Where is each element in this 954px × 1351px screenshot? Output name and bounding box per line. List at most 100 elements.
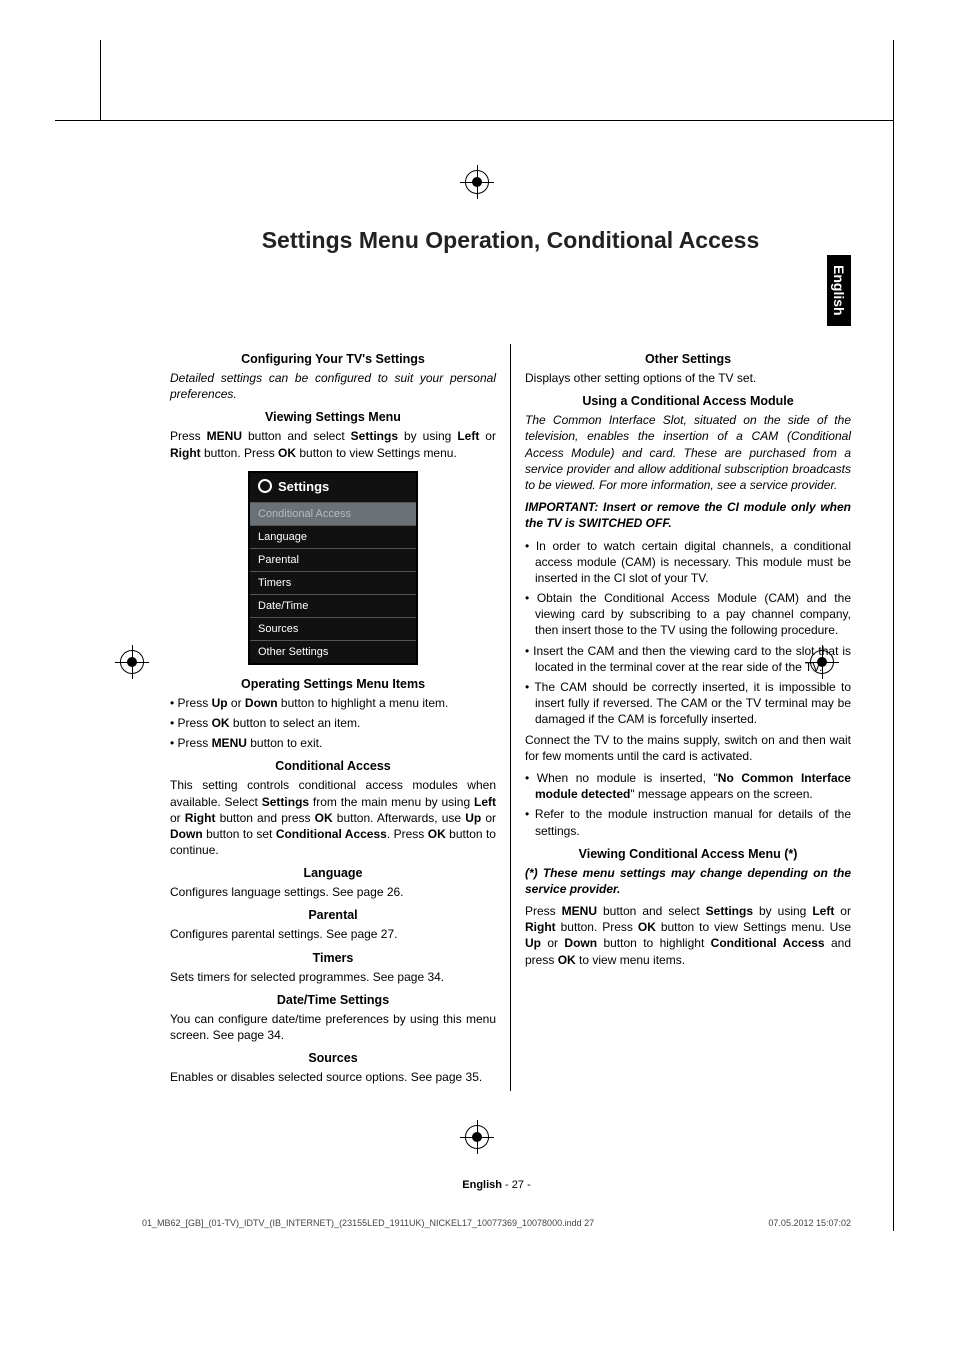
settings-menu-item: Sources xyxy=(250,617,416,640)
text: Settings xyxy=(278,479,329,494)
text: Press xyxy=(178,736,212,750)
text: MENU xyxy=(562,904,597,918)
settings-menu-item: Other Settings xyxy=(250,640,416,663)
text: or xyxy=(541,936,564,950)
body-text: (*) These menu settings may change depen… xyxy=(525,865,851,897)
text: When no module is inserted, " xyxy=(537,771,718,785)
settings-menu-title: Settings xyxy=(250,473,416,502)
text: button to view Settings menu. xyxy=(296,446,457,460)
section-head: Using a Conditional Access Module xyxy=(525,394,851,408)
list-item: The CAM should be correctly inserted, it… xyxy=(525,679,851,728)
text: button to select an item. xyxy=(230,716,361,730)
text: OK xyxy=(638,920,656,934)
text: or xyxy=(170,811,185,825)
list-item: In order to watch certain digital channe… xyxy=(525,538,851,587)
text: Left xyxy=(457,429,479,443)
text: OK xyxy=(212,716,230,730)
body-text: Sets timers for selected programmes. See… xyxy=(170,969,496,985)
text: button to view Settings menu. Use xyxy=(656,920,851,934)
text: - 27 - xyxy=(502,1179,531,1191)
text: button. Press xyxy=(556,920,638,934)
list: When no module is inserted, "No Common I… xyxy=(525,770,851,839)
section-head: Date/Time Settings xyxy=(170,993,496,1007)
list-item: Press OK button to select an item. xyxy=(170,715,496,731)
settings-menu-item: Timers xyxy=(250,571,416,594)
section-head: Operating Settings Menu Items xyxy=(170,677,496,691)
section-head: Timers xyxy=(170,951,496,965)
text: Up xyxy=(525,936,541,950)
list-item: Obtain the Conditional Access Module (CA… xyxy=(525,590,851,639)
text: . Press xyxy=(387,827,428,841)
text: 07.05.2012 15:07:02 xyxy=(768,1218,851,1228)
text: English xyxy=(462,1179,502,1191)
body-text: Enables or disables selected source opti… xyxy=(170,1069,496,1085)
text: Up xyxy=(212,696,228,710)
body-text: Displays other setting options of the TV… xyxy=(525,370,851,386)
body-text: IMPORTANT: Insert or remove the CI modul… xyxy=(525,499,851,531)
footer-file-info: 01_MB62_[GB]_(01-TV)_IDTV_(IB_INTERNET)_… xyxy=(142,1218,851,1228)
body-text: Configures parental settings. See page 2… xyxy=(170,926,496,942)
text: MENU xyxy=(212,736,247,750)
body-text: Press MENU button and select Settings by… xyxy=(170,428,496,460)
text: button to exit. xyxy=(247,736,322,750)
section-head: Sources xyxy=(170,1051,496,1065)
body-text: Configures language settings. See page 2… xyxy=(170,884,496,900)
text: button. Afterwards, use xyxy=(333,811,466,825)
text: Right xyxy=(525,920,556,934)
section-head: Conditional Access xyxy=(170,759,496,773)
section-head: Viewing Conditional Access Menu (*) xyxy=(525,847,851,861)
text: Down xyxy=(245,696,278,710)
gear-icon xyxy=(258,479,272,493)
text: 01_MB62_[GB]_(01-TV)_IDTV_(IB_INTERNET)_… xyxy=(142,1218,594,1228)
text: or xyxy=(481,811,496,825)
text: button to highlight xyxy=(597,936,711,950)
body-text: The Common Interface Slot, situated on t… xyxy=(525,412,851,493)
settings-menu-item: Parental xyxy=(250,548,416,571)
column-separator xyxy=(510,344,511,1091)
text: Press xyxy=(170,429,207,443)
text: by using xyxy=(398,429,457,443)
text: or xyxy=(479,429,496,443)
text: Settings xyxy=(706,904,753,918)
text: button to highlight a menu item. xyxy=(278,696,449,710)
text: Press xyxy=(525,904,562,918)
text: Conditional Access xyxy=(276,827,387,841)
left-column: Configuring Your TV's Settings Detailed … xyxy=(170,344,496,1091)
crop-mark xyxy=(55,120,100,121)
text: button and press xyxy=(215,811,314,825)
list-item: Press Up or Down button to highlight a m… xyxy=(170,695,496,711)
list: In order to watch certain digital channe… xyxy=(525,538,851,728)
section-head: Other Settings xyxy=(525,352,851,366)
text: Right xyxy=(170,446,201,460)
list-item: Insert the CAM and then the viewing card… xyxy=(525,643,851,675)
list-item: Press MENU button to exit. xyxy=(170,735,496,751)
text: button. Press xyxy=(201,446,278,460)
text: " message appears on the screen. xyxy=(630,787,812,801)
text: Down xyxy=(170,827,203,841)
crop-mark xyxy=(100,40,101,120)
text: Left xyxy=(812,904,834,918)
body-text: This setting controls conditional access… xyxy=(170,777,496,858)
text: button and select xyxy=(242,429,351,443)
section-head: Viewing Settings Menu xyxy=(170,410,496,424)
body-text: Detailed settings can be configured to s… xyxy=(170,370,496,402)
page-title: Settings Menu Operation, Conditional Acc… xyxy=(170,227,851,254)
text: to view menu items. xyxy=(576,953,685,967)
body-text: Press MENU button and select Settings by… xyxy=(525,903,851,968)
text: or xyxy=(228,696,245,710)
list-item: When no module is inserted, "No Common I… xyxy=(525,770,851,802)
text: OK xyxy=(278,446,296,460)
crop-mark xyxy=(893,40,894,120)
text: Down xyxy=(564,936,597,950)
text: Left xyxy=(474,795,496,809)
footer-page-number: English - 27 - xyxy=(462,1179,530,1191)
body-text: Connect the TV to the mains supply, swit… xyxy=(525,732,851,764)
right-column: Other Settings Displays other setting op… xyxy=(525,344,851,1091)
text: Up xyxy=(465,811,481,825)
text: button and select xyxy=(597,904,706,918)
section-head: Parental xyxy=(170,908,496,922)
settings-menu-screenshot: Settings Conditional Access Language Par… xyxy=(248,471,418,665)
text: Press xyxy=(178,696,212,710)
section-head: Configuring Your TV's Settings xyxy=(170,352,496,366)
text: Settings xyxy=(262,795,309,809)
